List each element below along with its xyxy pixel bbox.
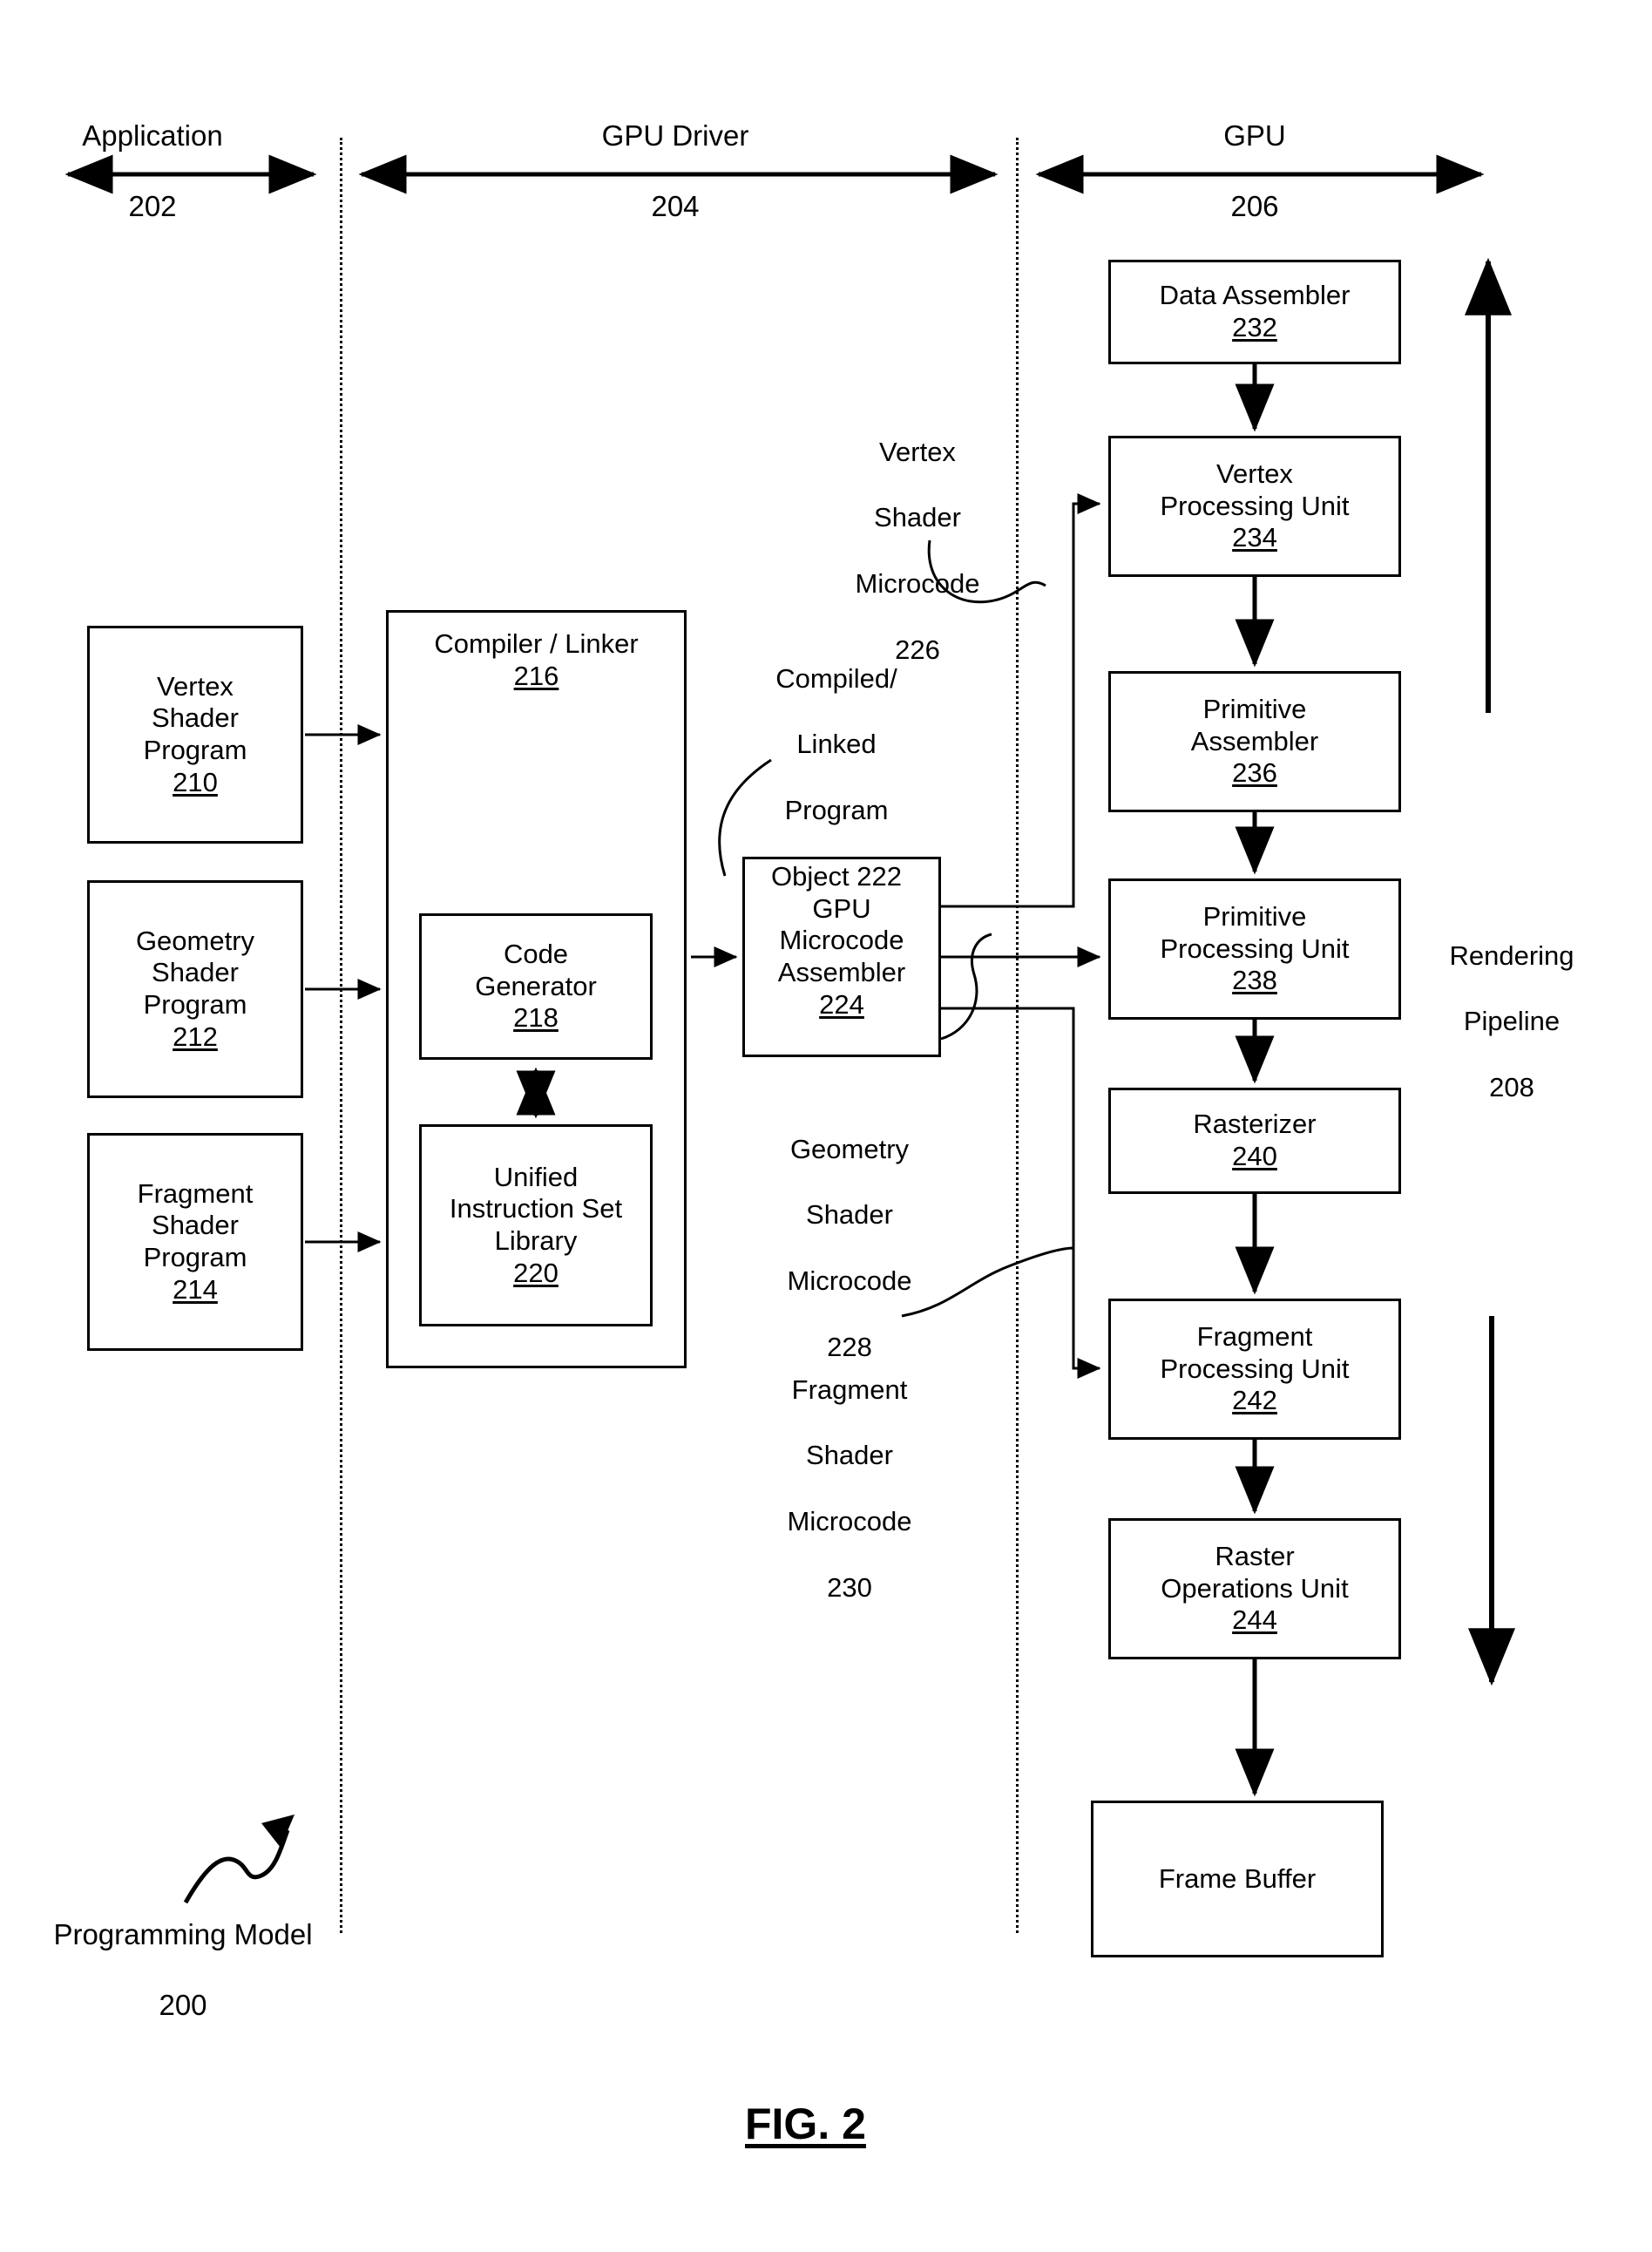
box-reference-number: 216 xyxy=(513,660,559,691)
box-line: Geometry xyxy=(135,925,255,956)
box-line: Unified xyxy=(493,1161,579,1192)
box-line: Program xyxy=(143,735,247,765)
box-line: Program xyxy=(143,1242,247,1272)
fragment-processing-unit-box[interactable]: Fragment Processing Unit 242 xyxy=(1108,1299,1401,1440)
box-line: Frame Buffer xyxy=(1158,1862,1317,1894)
box-reference-number: 210 xyxy=(173,766,218,797)
label-line: Program xyxy=(784,795,889,826)
box-line: Raster xyxy=(1215,1541,1295,1572)
box-line: Microcode xyxy=(779,925,904,956)
fragment-shader-microcode-label: Fragment Shader Microcode 230 xyxy=(749,1340,950,1637)
box-line: Instruction Set xyxy=(449,1193,623,1224)
box-line: Fragment xyxy=(137,1177,254,1209)
box-line: Rasterizer xyxy=(1193,1109,1317,1140)
rasterizer-box[interactable]: Rasterizer 240 xyxy=(1108,1088,1401,1194)
box-line: Vertex xyxy=(157,670,234,702)
box-reference-number: 218 xyxy=(513,1002,559,1034)
code-generator-box[interactable]: Code Generator 218 xyxy=(419,913,653,1060)
label-line: 208 xyxy=(1489,1072,1534,1103)
column-title: Application xyxy=(82,119,223,153)
label-line: Microcode xyxy=(855,568,980,600)
label-line: 230 xyxy=(827,1571,872,1603)
box-reference-number: 232 xyxy=(1232,312,1277,343)
box-line: Generator xyxy=(475,970,597,1001)
box-line: Primitive xyxy=(1202,901,1307,933)
geometry-shader-program-box[interactable]: Geometry Shader Program 212 xyxy=(87,880,303,1098)
fragment-shader-program-box[interactable]: Fragment Shader Program 214 xyxy=(87,1133,303,1351)
column-number: 202 xyxy=(128,189,177,222)
box-line: Data Assembler xyxy=(1159,280,1351,311)
label-line: Object 222 xyxy=(771,860,902,892)
box-reference-number: 244 xyxy=(1232,1604,1277,1636)
box-reference-number: 236 xyxy=(1232,757,1277,789)
label-line: Linked xyxy=(796,729,877,760)
figure-caption: FIG. 2 xyxy=(745,2099,866,2148)
divider-application-driver xyxy=(340,138,342,1933)
box-reference-number: 234 xyxy=(1232,522,1277,553)
compiled-linked-program-object-label: Compiled/ Linked Program Object 222 xyxy=(736,629,937,926)
box-reference-number: 242 xyxy=(1232,1385,1277,1416)
box-line: Operations Unit xyxy=(1161,1572,1349,1604)
leader-geometry-shader-microcode xyxy=(940,933,992,1041)
label-line: Shader xyxy=(874,502,961,533)
unified-instruction-set-library-box[interactable]: Unified Instruction Set Library 220 xyxy=(419,1124,653,1326)
label-line: Shader xyxy=(806,1440,893,1471)
column-header-gpu: GPU 206 xyxy=(1154,84,1355,259)
box-reference-number: 240 xyxy=(1232,1141,1277,1171)
vertex-processing-unit-box[interactable]: Vertex Processing Unit 234 xyxy=(1108,436,1401,577)
patent-figure-page: Application 202 GPU Driver 204 GPU 206 V… xyxy=(0,0,1652,2252)
box-line: Primitive xyxy=(1202,694,1307,725)
label-line: Microcode xyxy=(787,1506,912,1537)
label-line: Pipeline xyxy=(1463,1006,1561,1037)
column-header-gpu-driver: GPU Driver 204 xyxy=(575,84,775,259)
box-reference-number: 212 xyxy=(173,1021,218,1052)
box-reference-number: 238 xyxy=(1232,965,1277,996)
box-line: Fragment xyxy=(1196,1321,1313,1353)
box-line: Program xyxy=(143,989,247,1020)
route-fragment-shader-microcode xyxy=(941,1007,1101,1379)
label-line: 200 xyxy=(159,1988,207,2021)
column-title: GPU xyxy=(1223,119,1286,153)
box-reference-number: 224 xyxy=(819,988,864,1020)
box-line: Assembler xyxy=(1190,725,1319,756)
column-number: 206 xyxy=(1230,189,1279,222)
programming-model-label: Programming Model 200 xyxy=(26,1882,340,2058)
box-reference-number: 214 xyxy=(173,1273,218,1305)
label-line: Programming Model xyxy=(53,1918,313,1951)
primitive-processing-unit-box[interactable]: Primitive Processing Unit 238 xyxy=(1108,878,1401,1020)
data-assembler-box[interactable]: Data Assembler 232 xyxy=(1108,260,1401,364)
box-reference-number: 220 xyxy=(513,1257,559,1288)
box-line: Processing Unit xyxy=(1160,490,1350,521)
box-line: Shader xyxy=(152,957,239,988)
label-line: Rendering xyxy=(1449,939,1574,971)
box-line: Assembler xyxy=(777,957,906,987)
frame-buffer-box[interactable]: Frame Buffer xyxy=(1091,1801,1384,1957)
label-line: Compiled/ xyxy=(775,662,897,694)
box-line: Processing Unit xyxy=(1160,1353,1350,1384)
label-line: Vertex xyxy=(879,436,956,467)
box-line: Processing Unit xyxy=(1160,933,1350,964)
raster-operations-unit-box[interactable]: Raster Operations Unit 244 xyxy=(1108,1518,1401,1659)
box-line: Shader xyxy=(152,1210,239,1241)
label-line: Microcode xyxy=(787,1265,912,1297)
vertex-shader-program-box[interactable]: Vertex Shader Program 210 xyxy=(87,626,303,844)
column-number: 204 xyxy=(651,189,700,222)
rendering-pipeline-label: Rendering Pipeline 208 xyxy=(1403,906,1621,1137)
label-line: Shader xyxy=(806,1199,893,1231)
box-line: Library xyxy=(494,1225,578,1256)
box-line: Shader xyxy=(152,702,239,734)
box-line: Compiler / Linker xyxy=(434,628,639,659)
box-line: Vertex xyxy=(1216,458,1293,490)
column-header-application: Application 202 xyxy=(52,84,253,259)
label-line: Fragment xyxy=(791,1374,908,1405)
primitive-assembler-box[interactable]: Primitive Assembler 236 xyxy=(1108,671,1401,812)
box-line: Code xyxy=(503,939,569,970)
column-title: GPU Driver xyxy=(601,119,749,153)
label-line: Geometry xyxy=(789,1133,910,1164)
